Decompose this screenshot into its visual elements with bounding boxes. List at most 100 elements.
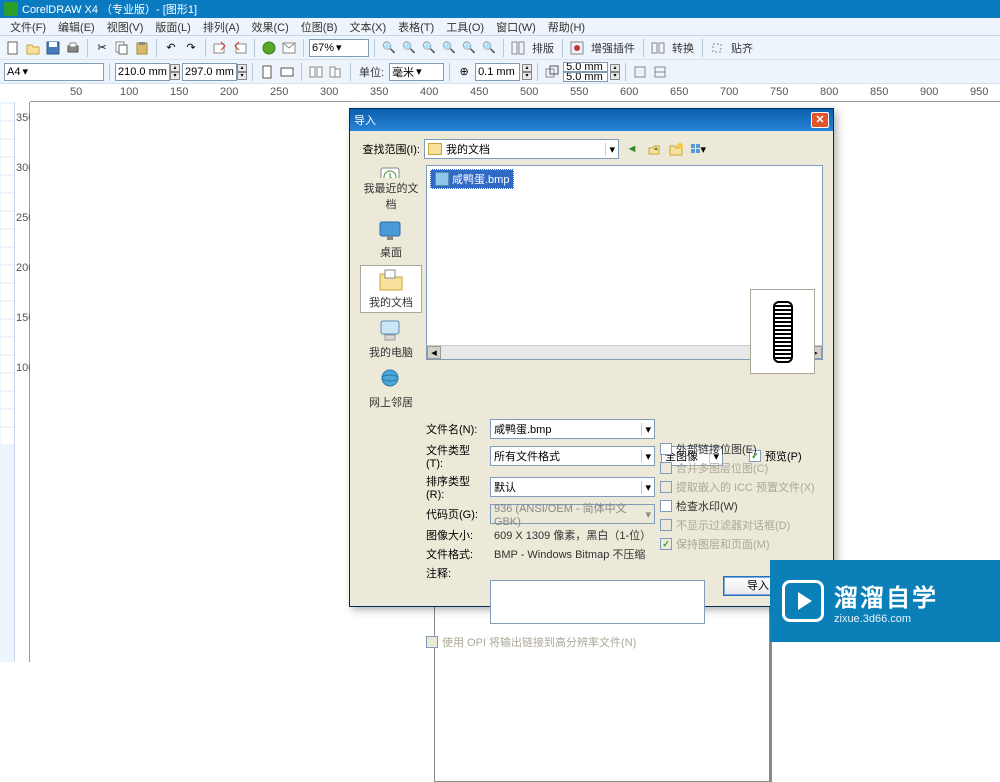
shape-tool-icon[interactable] [1, 122, 14, 138]
treat-as-filled-icon[interactable] [631, 63, 649, 81]
zoom-tool-icon[interactable] [1, 158, 14, 174]
pick-tool-icon[interactable] [1, 104, 14, 120]
menu-edit[interactable]: 编辑(E) [52, 19, 101, 35]
newfolder-icon[interactable] [667, 140, 685, 158]
paste-icon[interactable] [133, 39, 151, 57]
external-link-checkbox[interactable] [660, 443, 672, 455]
place-computer[interactable]: 我的电脑 [360, 315, 422, 363]
layout-label[interactable]: 排版 [529, 40, 557, 56]
menu-table[interactable]: 表格(T) [392, 19, 440, 35]
welcome-icon[interactable] [280, 39, 298, 57]
freehand-tool-icon[interactable] [1, 176, 14, 192]
lookin-label: 查找范围(I): [360, 141, 420, 157]
snap-label[interactable]: 贴齐 [728, 40, 756, 56]
print-icon[interactable] [64, 39, 82, 57]
smartfill-tool-icon[interactable] [1, 194, 14, 210]
place-network[interactable]: 网上邻居 [360, 365, 422, 413]
sort-combo[interactable]: 默认▾ [490, 477, 655, 497]
dup-spinner[interactable]: ▴▾ [610, 64, 620, 80]
import-icon[interactable] [211, 39, 229, 57]
export-icon[interactable] [231, 39, 249, 57]
place-documents[interactable]: 我的文档 [360, 265, 422, 313]
app-launcher-icon[interactable] [260, 39, 278, 57]
portrait-icon[interactable] [258, 63, 276, 81]
menu-text[interactable]: 文本(X) [343, 19, 392, 35]
close-icon[interactable]: ✕ [811, 112, 829, 128]
fileformat-value: BMP - Windows Bitmap 不压缩 [490, 546, 645, 562]
zoom-page-icon[interactable]: 🔍 [480, 39, 498, 57]
interactive-tool-icon[interactable] [1, 356, 14, 372]
menu-layout[interactable]: 版面(L) [149, 19, 196, 35]
notes-textarea[interactable] [490, 580, 705, 624]
dimension-tool-icon[interactable] [1, 320, 14, 336]
enhance-icon[interactable] [568, 39, 586, 57]
lookin-combo[interactable]: 我的文档 ▾ [424, 139, 619, 159]
menu-effects[interactable]: 效果(C) [246, 19, 295, 35]
enhance-label[interactable]: 增强插件 [588, 40, 638, 56]
landscape-icon[interactable] [278, 63, 296, 81]
height-spinner[interactable]: ▴▾ [237, 64, 247, 80]
filetype-combo[interactable]: 所有文件格式▾ [490, 446, 655, 466]
undo-icon[interactable]: ↶ [162, 39, 180, 57]
convert-label[interactable]: 转换 [669, 40, 697, 56]
menu-arrange[interactable]: 排列(A) [197, 19, 246, 35]
open-icon[interactable] [24, 39, 42, 57]
file-item-selected[interactable]: 咸鸭蛋.bmp [430, 169, 514, 189]
eyedropper-tool-icon[interactable] [1, 374, 14, 390]
pages2-icon[interactable] [327, 63, 345, 81]
imgsize-label: 图像大小: [426, 527, 484, 543]
crop-tool-icon[interactable] [1, 140, 14, 156]
menu-bitmap[interactable]: 位图(B) [295, 19, 344, 35]
redo-icon[interactable]: ↷ [182, 39, 200, 57]
layout-icon[interactable] [509, 39, 527, 57]
nudge-input[interactable] [475, 63, 520, 81]
check-watermark-checkbox[interactable] [660, 500, 672, 512]
extract-icc-checkbox [660, 481, 672, 493]
text-tool-icon[interactable] [1, 284, 14, 300]
menu-tools[interactable]: 工具(O) [440, 19, 490, 35]
page-width-input[interactable] [115, 63, 170, 81]
nudge-spinner[interactable]: ▴▾ [522, 64, 532, 80]
rectangle-tool-icon[interactable] [1, 212, 14, 228]
options-icon[interactable] [651, 63, 669, 81]
table-tool-icon[interactable] [1, 302, 14, 318]
menu-window[interactable]: 窗口(W) [490, 19, 542, 35]
pages-icon[interactable] [307, 63, 325, 81]
zoom-combo[interactable]: 67%▾ [309, 39, 369, 57]
place-desktop[interactable]: 桌面 [360, 215, 422, 263]
zoom-selection-icon[interactable]: 🔍 [440, 39, 458, 57]
width-spinner[interactable]: ▴▾ [170, 64, 180, 80]
copy-icon[interactable] [113, 39, 131, 57]
connector-tool-icon[interactable] [1, 338, 14, 354]
convert-icon[interactable] [649, 39, 667, 57]
menu-help[interactable]: 帮助(H) [542, 19, 591, 35]
page-height-input[interactable] [182, 63, 237, 81]
menu-view[interactable]: 视图(V) [101, 19, 150, 35]
paper-size-combo[interactable]: A4▾ [4, 63, 104, 81]
fill-tool-icon[interactable] [1, 410, 14, 426]
save-icon[interactable] [44, 39, 62, 57]
scroll-left-icon[interactable]: ◂ [427, 346, 441, 359]
zoom-in-icon[interactable]: 🔍 [380, 39, 398, 57]
outline-tool-icon[interactable] [1, 392, 14, 408]
up-icon[interactable] [645, 140, 663, 158]
zoom-out-icon[interactable]: 🔍 [400, 39, 418, 57]
dup-x-input[interactable] [563, 62, 608, 72]
dialog-titlebar[interactable]: 导入 ✕ [350, 109, 833, 131]
dup-y-input[interactable] [563, 72, 608, 82]
ellipse-tool-icon[interactable] [1, 230, 14, 246]
polygon-tool-icon[interactable] [1, 248, 14, 264]
units-combo[interactable]: 毫米▾ [389, 63, 444, 81]
place-recent[interactable]: 我最近的文档 [360, 165, 422, 213]
back-icon[interactable]: ◄ [623, 140, 641, 158]
filename-combo[interactable]: 咸鸭蛋.bmp▾ [490, 419, 655, 439]
menu-file[interactable]: 文件(F) [4, 19, 52, 35]
zoom-all-icon[interactable]: 🔍 [460, 39, 478, 57]
interactivefill-tool-icon[interactable] [1, 428, 14, 444]
new-icon[interactable] [4, 39, 22, 57]
zoom-fit-icon[interactable]: 🔍 [420, 39, 438, 57]
cut-icon[interactable]: ✂ [93, 39, 111, 57]
basicshapes-tool-icon[interactable] [1, 266, 14, 282]
snap-icon[interactable] [708, 39, 726, 57]
viewmenu-icon[interactable]: ▾ [689, 140, 707, 158]
